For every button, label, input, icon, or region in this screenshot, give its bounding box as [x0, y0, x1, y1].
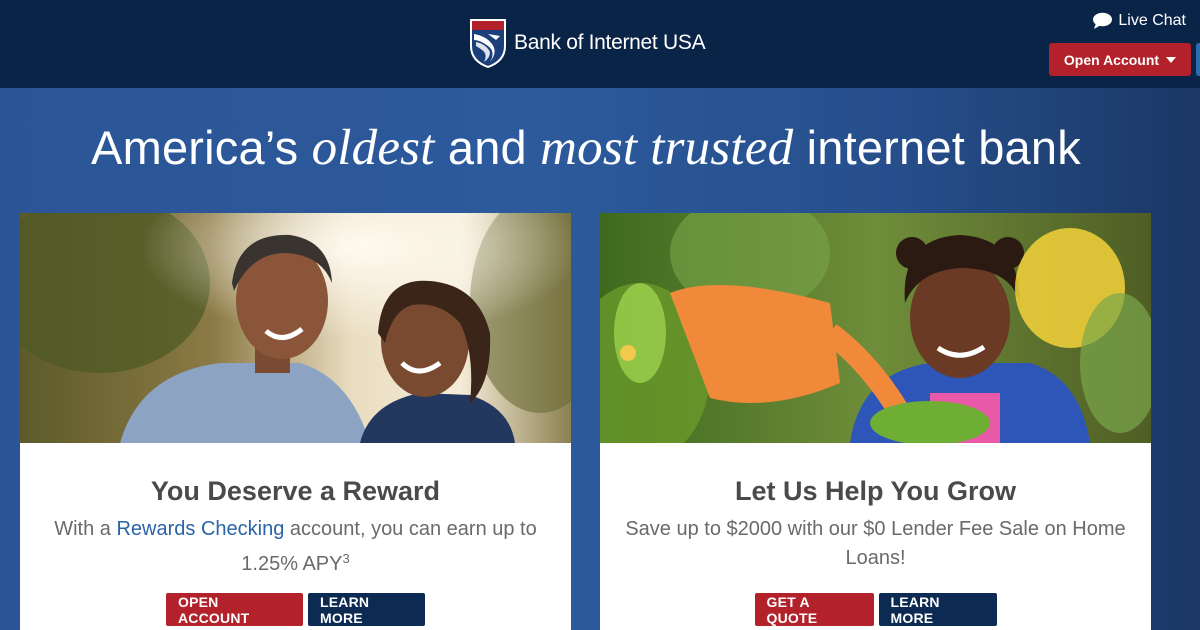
- open-account-dropdown-button[interactable]: Open Account: [1049, 43, 1191, 76]
- learn-more-button[interactable]: LEARN MORE: [308, 593, 425, 626]
- card-actions: GET A QUOTE LEARN MORE: [600, 593, 1151, 626]
- headline-text-1: America’s: [91, 121, 312, 174]
- hero-headline: America’s oldest and most trusted intern…: [0, 119, 1172, 177]
- card-description: Save up to $2000 with our $0 Lender Fee …: [625, 518, 1126, 569]
- live-chat-link[interactable]: Live Chat: [1092, 12, 1186, 30]
- couple-photo: [20, 213, 571, 443]
- top-navigation-bar: Bank of Internet USA Live Chat Open Acco…: [0, 0, 1200, 88]
- footnote-marker[interactable]: 3: [342, 551, 349, 566]
- open-account-label: Open Account: [1063, 51, 1160, 68]
- card-text-suffix: account, you can earn up to 1.25% APY: [241, 518, 537, 575]
- headline-emphasis-oldest: oldest: [311, 120, 435, 176]
- bank-logo[interactable]: Bank of Internet USA: [466, 16, 706, 70]
- home-loans-card: Let Us Help You Grow Save up to $2000 wi…: [600, 213, 1151, 630]
- learn-more-button[interactable]: LEARN MORE: [878, 593, 997, 626]
- headline-text-3: internet bank: [793, 121, 1081, 174]
- card-actions: OPEN ACCOUNT LEARN MORE: [20, 593, 571, 626]
- live-chat-label: Live Chat: [1118, 12, 1186, 29]
- headline-text-2: and: [434, 121, 541, 174]
- open-account-button[interactable]: OPEN ACCOUNT: [166, 593, 303, 626]
- card-title: You Deserve a Reward: [150, 476, 441, 506]
- rewards-checking-link[interactable]: Rewards Checking: [116, 518, 284, 540]
- brand-name: Bank of Internet USA: [514, 31, 706, 54]
- card-description: With a Rewards Checking account, you can…: [40, 515, 551, 579]
- headline-emphasis-most-trusted: most trusted: [540, 120, 794, 176]
- rewards-checking-card: You Deserve a Reward With a Rewards Chec…: [20, 213, 571, 630]
- eagle-shield-icon: [470, 19, 506, 68]
- child-gardening-photo: [600, 213, 1151, 443]
- get-a-quote-button[interactable]: GET A QUOTE: [754, 593, 874, 626]
- card-title: Let Us Help You Grow: [734, 476, 1017, 506]
- caret-down-icon: [1166, 56, 1177, 63]
- speech-bubble-icon: [1093, 12, 1113, 29]
- cut-off-header-button[interactable]: [1196, 43, 1200, 76]
- card-text-prefix: With a: [54, 518, 117, 540]
